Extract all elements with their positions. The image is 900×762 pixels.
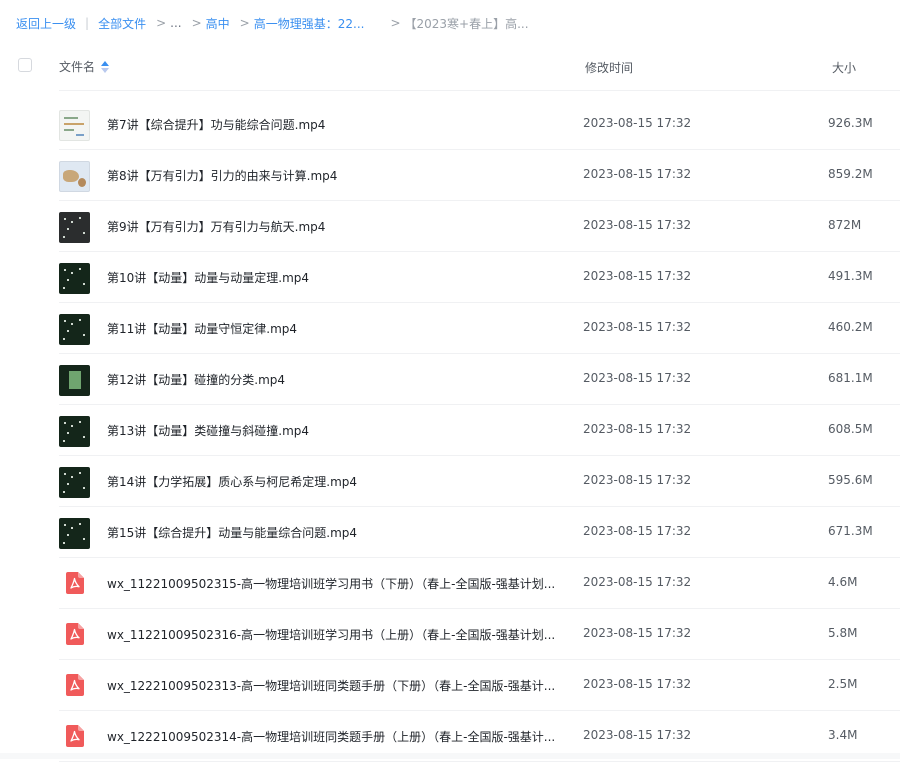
breadcrumb-ellipsis[interactable]: ... [170,16,181,30]
breadcrumb-level2[interactable]: 高一物理强基：22... [254,15,365,32]
file-modified-time: 2023-08-15 17:32 [583,116,692,130]
column-time-header[interactable]: 修改时间 [585,59,633,76]
pdf-file-icon [66,725,84,747]
column-name-header[interactable]: 文件名 [59,58,110,75]
video-thumbnail [59,110,90,141]
select-all-checkbox[interactable] [18,58,32,72]
pdf-file-icon [66,674,84,696]
breadcrumb-all-files[interactable]: 全部文件 [98,15,146,32]
file-modified-time: 2023-08-15 17:32 [583,218,692,232]
video-thumbnail [59,212,90,243]
file-list: 第7讲【综合提升】功与能综合问题.mp4 2023-08-15 17:32 926.… [0,99,900,762]
file-size: 872M [828,218,862,232]
file-size: 3.4M [828,728,858,742]
file-modified-time: 2023-08-15 17:32 [583,524,692,538]
video-thumbnail [59,314,90,345]
file-row[interactable]: wx_11221009502315-高一物理培训班学习用书（下册）（春上-全国版… [0,558,900,609]
file-name[interactable]: wx_12221009502313-高一物理培训班同类题手册（下册）（春上-全国… [107,677,555,694]
file-size: 460.2M [828,320,873,334]
pdf-file-icon [66,623,84,645]
file-size: 859.2M [828,167,873,181]
header-divider [59,90,900,91]
video-thumbnail [59,161,90,192]
breadcrumb-level1[interactable]: 高中 [206,15,230,32]
column-size-header[interactable]: 大小 [832,59,856,76]
file-size: 5.8M [828,626,858,640]
file-modified-time: 2023-08-15 17:32 [583,626,692,640]
file-modified-time: 2023-08-15 17:32 [583,728,692,742]
file-name[interactable]: wx_11221009502315-高一物理培训班学习用书（下册）（春上-全国版… [107,575,555,592]
file-name[interactable]: 第14讲【力学拓展】质心系与柯尼希定理.mp4 [107,473,357,490]
file-modified-time: 2023-08-15 17:32 [583,422,692,436]
file-row[interactable]: 第14讲【力学拓展】质心系与柯尼希定理.mp4 2023-08-15 17:32 5… [0,456,900,507]
video-thumbnail [59,467,90,498]
video-thumbnail [59,518,90,549]
file-modified-time: 2023-08-15 17:32 [583,320,692,334]
breadcrumb-current: 【2023寒+春上】高... [404,16,529,31]
file-row[interactable]: 第15讲【综合提升】动量与能量综合问题.mp4 2023-08-15 17:32 6… [0,507,900,558]
file-name[interactable]: wx_12221009502314-高一物理培训班同类题手册（上册）（春上-全国… [107,728,555,745]
file-modified-time: 2023-08-15 17:32 [583,167,692,181]
file-name[interactable]: 第12讲【动量】碰撞的分类.mp4 [107,371,285,388]
bottom-strip [0,753,900,759]
file-row[interactable]: wx_11221009502316-高一物理培训班学习用书（上册）（春上-全国版… [0,609,900,660]
file-row[interactable]: 第13讲【动量】类碰撞与斜碰撞.mp4 2023-08-15 17:32 608.5… [0,405,900,456]
breadcrumb: 返回上一级 | 全部文件 > ... > 高中 > 高一物理强基：22... >… [16,14,890,32]
file-name[interactable]: 第10讲【动量】动量与动量定理.mp4 [107,269,309,286]
column-name-label: 文件名 [59,60,96,74]
file-list-header: 文件名 修改时间 大小 [0,50,900,91]
video-thumbnail [59,263,90,294]
file-row[interactable]: 第10讲【动量】动量与动量定理.mp4 2023-08-15 17:32 491.3… [0,252,900,303]
breadcrumb-arrow-icon: > [156,16,167,30]
file-size: 2.5M [828,677,858,691]
file-size: 4.6M [828,575,858,589]
file-size: 491.3M [828,269,873,283]
file-row[interactable]: 第12讲【动量】碰撞的分类.mp4 2023-08-15 17:32 681.1M [0,354,900,405]
video-thumbnail [59,416,90,447]
breadcrumb-arrow-icon: > [239,16,250,30]
pdf-file-icon [66,572,84,594]
file-name[interactable]: 第8讲【万有引力】引力的由来与计算.mp4 [107,167,337,184]
breadcrumb-arrow-icon: > [191,16,202,30]
video-thumbnail [59,365,90,396]
file-size: 926.3M [828,116,873,130]
file-size: 595.6M [828,473,873,487]
file-modified-time: 2023-08-15 17:32 [583,575,692,589]
breadcrumb-arrow-icon: > [390,16,401,30]
back-link[interactable]: 返回上一级 [16,15,76,32]
file-size: 671.3M [828,524,873,538]
file-size: 681.1M [828,371,873,385]
file-name[interactable]: 第7讲【综合提升】功与能综合问题.mp4 [107,116,325,133]
file-name[interactable]: 第11讲【动量】动量守恒定律.mp4 [107,320,297,337]
file-name[interactable]: wx_11221009502316-高一物理培训班学习用书（上册）（春上-全国版… [107,626,555,643]
breadcrumb-divider: | [85,16,90,30]
file-size: 608.5M [828,422,873,436]
file-row[interactable]: 第8讲【万有引力】引力的由来与计算.mp4 2023-08-15 17:32 859… [0,150,900,201]
file-name[interactable]: 第15讲【综合提升】动量与能量综合问题.mp4 [107,524,357,541]
file-row[interactable]: 第11讲【动量】动量守恒定律.mp4 2023-08-15 17:32 460.2M [0,303,900,354]
file-modified-time: 2023-08-15 17:32 [583,269,692,283]
file-modified-time: 2023-08-15 17:32 [583,371,692,385]
file-name[interactable]: 第13讲【动量】类碰撞与斜碰撞.mp4 [107,422,309,439]
sort-ascending-icon[interactable] [101,60,110,73]
file-modified-time: 2023-08-15 17:32 [583,677,692,691]
file-row[interactable]: 第9讲【万有引力】万有引力与航天.mp4 2023-08-15 17:32 872M [0,201,900,252]
file-row[interactable]: 第7讲【综合提升】功与能综合问题.mp4 2023-08-15 17:32 926.… [0,99,900,150]
file-modified-time: 2023-08-15 17:32 [583,473,692,487]
file-name[interactable]: 第9讲【万有引力】万有引力与航天.mp4 [107,218,325,235]
file-row[interactable]: wx_12221009502313-高一物理培训班同类题手册（下册）（春上-全国… [0,660,900,711]
